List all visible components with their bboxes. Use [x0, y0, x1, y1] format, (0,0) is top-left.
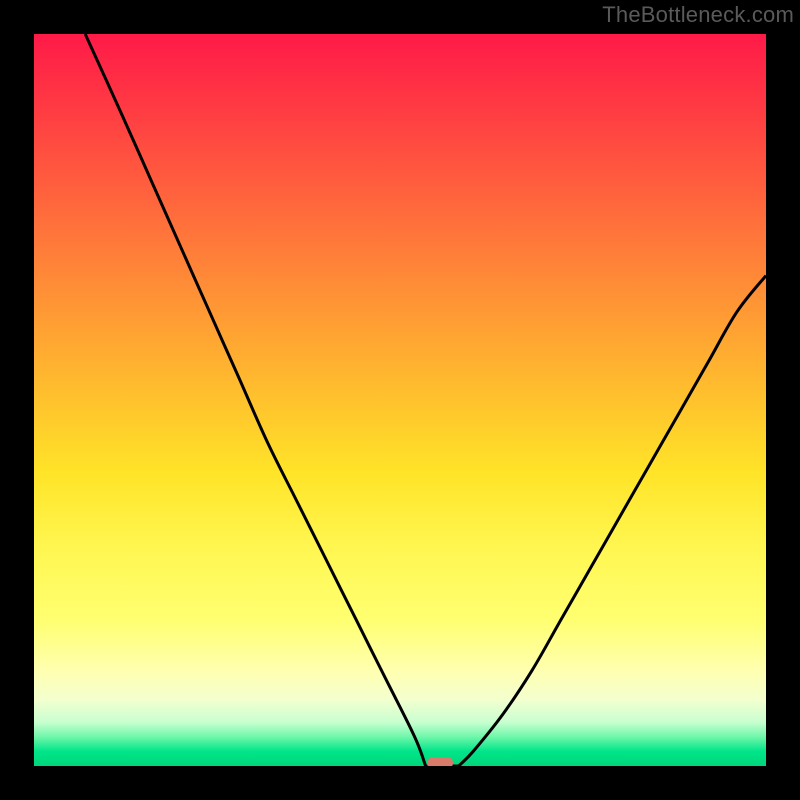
watermark-text: TheBottleneck.com: [602, 2, 794, 28]
bottleneck-curve: [34, 34, 766, 766]
chart-area: [34, 34, 766, 766]
curve-path: [85, 34, 766, 766]
optimal-marker: [427, 757, 453, 766]
